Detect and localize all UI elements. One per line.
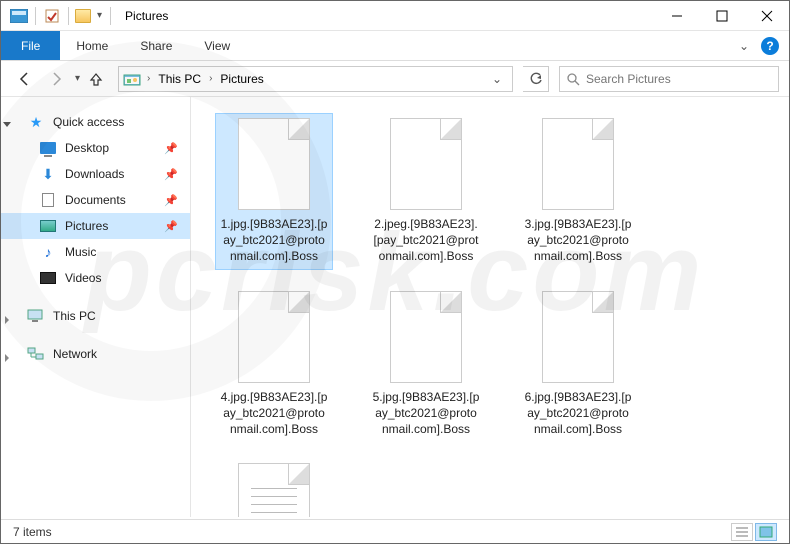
tab-share[interactable]: Share	[124, 31, 188, 60]
breadcrumb-pictures[interactable]: Pictures	[218, 72, 265, 86]
status-bar: 7 items	[1, 519, 789, 543]
sidebar-this-pc[interactable]: This PC	[1, 303, 190, 329]
file-icon	[542, 118, 614, 210]
downloads-icon: ⬇	[39, 166, 57, 182]
ribbon: File Home Share View ⌄ ?	[1, 31, 789, 61]
search-icon	[566, 72, 580, 86]
file-item[interactable]: 4.jpg.[9B83AE23].[pay_btc2021@protonmail…	[215, 286, 333, 443]
window-title: Pictures	[125, 9, 168, 23]
text-file-icon	[238, 463, 310, 517]
file-name: 2.jpeg.[9B83AE23].[pay_btc2021@protonmai…	[372, 216, 480, 265]
recent-locations-icon[interactable]: ▾	[75, 73, 80, 84]
pin-icon: 📌	[164, 220, 178, 233]
item-count: 7 items	[13, 525, 52, 539]
sidebar-item-label: Pictures	[65, 219, 108, 233]
file-item[interactable]: readme-warning.txt	[215, 458, 333, 517]
large-icons-view-button[interactable]	[755, 523, 777, 541]
ribbon-expand-icon[interactable]: ⌄	[739, 39, 749, 53]
file-tab[interactable]: File	[1, 31, 60, 60]
breadcrumb-this-pc[interactable]: This PC	[156, 72, 203, 86]
file-name: 1.jpg.[9B83AE23].[pay_btc2021@protonmail…	[220, 216, 328, 265]
documents-icon	[42, 193, 54, 207]
sidebar-item-music[interactable]: ♪ Music	[1, 239, 190, 265]
refresh-button[interactable]	[523, 66, 549, 92]
chevron-right-icon[interactable]: ›	[205, 73, 216, 84]
sidebar-network[interactable]: Network	[1, 341, 190, 367]
file-name: 6.jpg.[9B83AE23].[pay_btc2021@protonmail…	[524, 389, 632, 438]
address-bar[interactable]: › This PC › Pictures ⌄	[118, 66, 513, 92]
sidebar-item-pictures[interactable]: Pictures 📌	[1, 213, 190, 239]
file-name: 4.jpg.[9B83AE23].[pay_btc2021@protonmail…	[220, 389, 328, 438]
sidebar-quick-access[interactable]: ★ Quick access	[1, 109, 190, 135]
monitor-icon	[27, 308, 45, 324]
search-input[interactable]	[586, 72, 772, 86]
file-item[interactable]: 6.jpg.[9B83AE23].[pay_btc2021@protonmail…	[519, 286, 637, 443]
qat-dropdown-icon[interactable]: ▾	[97, 10, 102, 21]
star-icon: ★	[27, 114, 45, 130]
sidebar-label: Network	[53, 347, 97, 361]
sidebar-item-documents[interactable]: Documents 📌	[1, 187, 190, 213]
sidebar-label: This PC	[53, 309, 96, 323]
qat-properties-icon[interactable]	[42, 6, 62, 26]
close-button[interactable]	[744, 1, 789, 31]
pictures-icon	[40, 220, 56, 232]
sidebar-item-desktop[interactable]: Desktop 📌	[1, 135, 190, 161]
chevron-right-icon[interactable]: ›	[143, 73, 154, 84]
qat-separator	[35, 7, 36, 25]
sidebar-item-label: Downloads	[65, 167, 124, 181]
pin-icon: 📌	[164, 142, 178, 155]
navigation-pane: ★ Quick access Desktop 📌 ⬇ Downloads 📌 D…	[1, 97, 191, 517]
file-list[interactable]: 1.jpg.[9B83AE23].[pay_btc2021@protonmail…	[191, 97, 789, 517]
search-box[interactable]	[559, 66, 779, 92]
sidebar-item-label: Desktop	[65, 141, 109, 155]
maximize-button[interactable]	[699, 1, 744, 31]
sidebar-item-videos[interactable]: Videos	[1, 265, 190, 291]
address-folder-icon	[123, 71, 141, 87]
details-view-button[interactable]	[731, 523, 753, 541]
up-button[interactable]	[84, 67, 108, 91]
pin-icon: 📌	[164, 168, 178, 181]
folder-icon	[75, 9, 91, 23]
tab-home[interactable]: Home	[60, 31, 124, 60]
navigation-bar: ▾ › This PC › Pictures ⌄	[1, 61, 789, 97]
tab-view[interactable]: View	[188, 31, 246, 60]
sidebar-item-label: Documents	[65, 193, 126, 207]
sidebar-item-downloads[interactable]: ⬇ Downloads 📌	[1, 161, 190, 187]
sidebar-item-label: Videos	[65, 271, 101, 285]
desktop-icon	[40, 142, 56, 154]
file-item[interactable]: 1.jpg.[9B83AE23].[pay_btc2021@protonmail…	[215, 113, 333, 270]
pin-icon: 📌	[164, 194, 178, 207]
title-bar: ▾ Pictures	[1, 1, 789, 31]
sidebar-label: Quick access	[53, 115, 124, 129]
file-icon	[238, 291, 310, 383]
file-icon	[542, 291, 614, 383]
file-item[interactable]: 5.jpg.[9B83AE23].[pay_btc2021@protonmail…	[367, 286, 485, 443]
qat-separator	[68, 7, 69, 25]
minimize-button[interactable]	[654, 1, 699, 31]
title-separator	[110, 7, 111, 25]
help-icon[interactable]: ?	[761, 37, 779, 55]
videos-icon	[40, 272, 56, 284]
file-icon	[390, 291, 462, 383]
file-name: 5.jpg.[9B83AE23].[pay_btc2021@protonmail…	[372, 389, 480, 438]
network-icon	[27, 346, 45, 362]
forward-button[interactable]	[43, 65, 71, 93]
file-icon	[390, 118, 462, 210]
file-icon	[238, 118, 310, 210]
file-item[interactable]: 2.jpeg.[9B83AE23].[pay_btc2021@protonmai…	[367, 113, 485, 270]
music-icon: ♪	[39, 244, 57, 260]
sidebar-item-label: Music	[65, 245, 96, 259]
address-dropdown-icon[interactable]: ⌄	[492, 72, 502, 86]
back-button[interactable]	[11, 65, 39, 93]
file-name: 3.jpg.[9B83AE23].[pay_btc2021@protonmail…	[524, 216, 632, 265]
app-icon	[9, 6, 29, 26]
file-item[interactable]: 3.jpg.[9B83AE23].[pay_btc2021@protonmail…	[519, 113, 637, 270]
